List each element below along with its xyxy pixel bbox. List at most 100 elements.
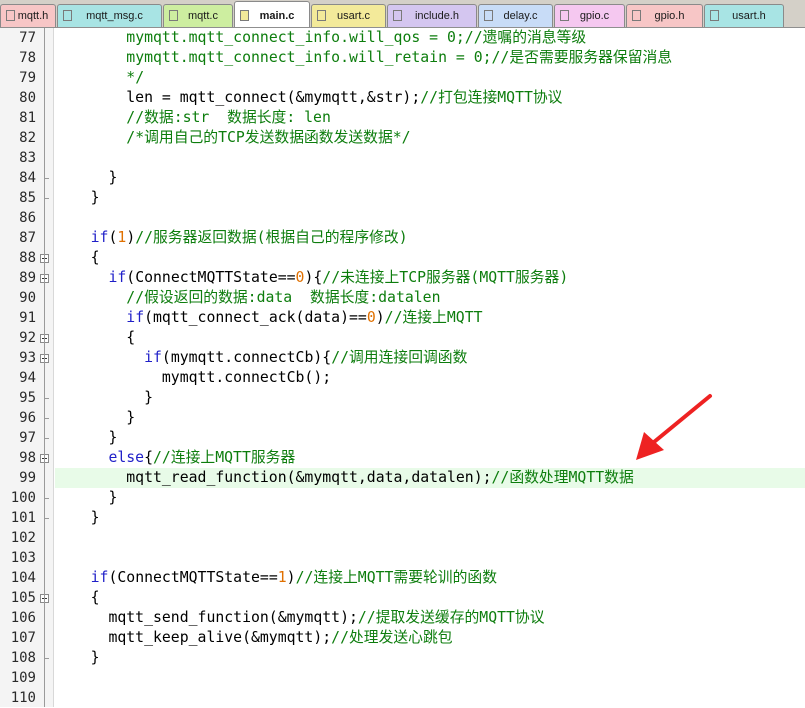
code-line: { — [55, 588, 100, 608]
code-comment: //假设返回的数据:data 数据长度:datalen — [126, 289, 441, 306]
tab-gpio-h[interactable]: gpio.h — [626, 4, 703, 27]
code-comment: //打包连接MQTT协议 — [420, 89, 563, 106]
tab-include-h[interactable]: include.h — [387, 4, 477, 27]
line-number: 102 — [10, 530, 36, 546]
line-number: 83 — [19, 150, 36, 166]
code-text: ){ — [304, 269, 323, 286]
line-number: 78 — [19, 50, 36, 66]
code-text: (mqtt_connect_ack(data)== — [144, 309, 367, 326]
line-number: 82 — [19, 130, 36, 146]
code-keyword: if — [90, 229, 109, 246]
code-line: } — [55, 388, 153, 408]
tab-label: main.c — [259, 10, 295, 22]
code-text: ) — [126, 229, 136, 246]
code-text: { — [55, 329, 136, 346]
line-number: 88 — [19, 250, 36, 266]
tab-label: mqtt.c — [188, 10, 218, 22]
line-number: 100 — [10, 490, 36, 506]
code-text: } — [55, 509, 100, 526]
code-text: { — [144, 449, 154, 466]
code-line: } — [55, 168, 117, 188]
code-comment: //调用连接回调函数 — [331, 349, 468, 366]
line-number: 99 — [19, 470, 36, 486]
code-comment: */ — [126, 69, 145, 86]
code-line: if(ConnectMQTTState==1)//连接上MQTT需要轮训的函数 — [55, 568, 497, 588]
tab-mqtt-h[interactable]: mqtt.h — [0, 4, 56, 27]
tab-label: usart.c — [336, 10, 370, 22]
line-number: 81 — [19, 110, 36, 126]
tab-label: mqtt_msg.c — [86, 10, 143, 22]
code-text: mymqtt.connectCb(); — [55, 369, 332, 386]
code-keyword: else — [108, 449, 145, 466]
line-number: 79 — [19, 70, 36, 86]
line-number: 80 — [19, 90, 36, 106]
tab-delay-c[interactable]: delay.c — [478, 4, 553, 27]
code-text: mqtt_keep_alive(&mymqtt); — [55, 629, 332, 646]
code-line: if(mymqtt.connectCb){//调用连接回调函数 — [55, 348, 467, 368]
tab-mqtt_msg-c[interactable]: mqtt_msg.c — [57, 4, 162, 27]
line-number: 107 — [10, 630, 36, 646]
code-text: (ConnectMQTTState== — [126, 269, 296, 286]
line-number: 96 — [19, 410, 36, 426]
code-line: mymqtt.connectCb(); — [55, 368, 331, 388]
code-keyword: if — [90, 569, 109, 586]
code-line: //数据:str 数据长度: len — [55, 108, 331, 128]
code-line: else{//连接上MQTT服务器 — [55, 448, 295, 468]
tab-main-c[interactable]: main.c — [234, 1, 310, 27]
code-text: { — [55, 249, 100, 266]
line-number: 98 — [19, 450, 36, 466]
code-text: { — [55, 589, 100, 606]
code-line: mymqtt.mqtt_connect_info.will_retain = 0… — [55, 48, 672, 68]
code-text: (mymqtt.connectCb){ — [161, 349, 332, 366]
line-number: 101 — [10, 510, 36, 526]
line-number: 89 — [19, 270, 36, 286]
code-number: 0 — [366, 309, 376, 326]
code-text: } — [55, 489, 118, 506]
line-number: 86 — [19, 210, 36, 226]
code-comment: //未连接上TCP服务器(MQTT服务器) — [322, 269, 569, 286]
line-number: 91 — [19, 310, 36, 326]
code-text: } — [55, 389, 153, 406]
line-number: 105 — [10, 590, 36, 606]
code-text: } — [55, 429, 118, 446]
code-text: } — [55, 169, 118, 186]
code-text: ) — [375, 309, 385, 326]
line-number: 87 — [19, 230, 36, 246]
line-number: 106 — [10, 610, 36, 626]
code-comment: mymqtt.mqtt_connect_info.will_qos = 0;//… — [126, 29, 587, 46]
code-line: if(mqtt_connect_ack(data)==0)//连接上MQTT — [55, 308, 482, 328]
tab-usart-c[interactable]: usart.c — [311, 4, 386, 27]
code-line: /*调用自己的TCP发送数据函数发送数据*/ — [55, 128, 410, 148]
code-line: } — [55, 428, 117, 448]
code-line: mymqtt.mqtt_connect_info.will_qos = 0;//… — [55, 28, 586, 48]
code-line: mqtt_keep_alive(&mymqtt);//处理发送心跳包 — [55, 628, 453, 648]
tab-mqtt-c[interactable]: mqtt.c — [163, 4, 233, 27]
code-comment: //处理发送心跳包 — [331, 629, 453, 646]
code-line: if(ConnectMQTTState==0){//未连接上TCP服务器(MQT… — [55, 268, 568, 288]
code-line: { — [55, 248, 100, 268]
tab-label: delay.c — [503, 10, 538, 22]
code-comment: //连接上MQTT需要轮训的函数 — [295, 569, 497, 586]
code-comment: //提取发送缓存的MQTT协议 — [357, 609, 545, 626]
line-number: 103 — [10, 550, 36, 566]
code-text: } — [55, 189, 100, 206]
tab-usart-h[interactable]: usart.h — [704, 4, 784, 27]
code-line: //假设返回的数据:data 数据长度:datalen — [55, 288, 441, 308]
code-editor[interactable]: mymqtt.mqtt_connect_info.will_qos = 0;//… — [55, 28, 805, 707]
tab-gpio-c[interactable]: gpio.c — [554, 4, 625, 27]
code-text: } — [55, 649, 100, 666]
code-line: { — [55, 328, 135, 348]
code-text: len = mqtt_connect(&mymqtt,&str); — [55, 89, 421, 106]
code-text: mqtt_send_function(&mymqtt); — [55, 609, 358, 626]
tab-label: mqtt.h — [17, 10, 49, 22]
code-line: */ — [55, 68, 144, 88]
code-line: len = mqtt_connect(&mymqtt,&str);//打包连接M… — [55, 88, 562, 108]
red-arrow-icon — [636, 394, 712, 460]
